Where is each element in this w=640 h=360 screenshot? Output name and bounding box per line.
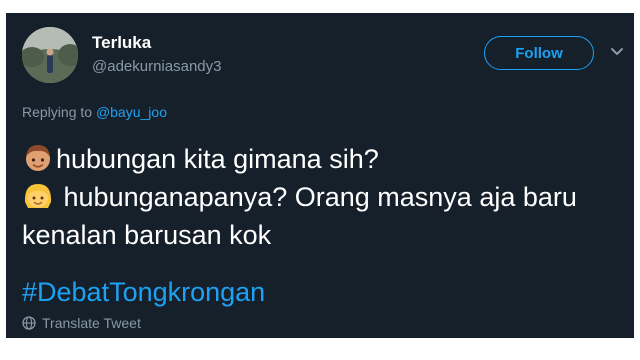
tweet-line-2-text: hubunganapanya? Orang masnya aja baru — [63, 182, 577, 212]
replying-to: Replying to @bayu_joo — [22, 104, 167, 120]
globe-icon — [22, 316, 36, 330]
tweet-text: hubungan kita gimana sih? hubunganapanya… — [22, 140, 622, 254]
tweet-line-1: hubungan kita gimana sih? — [22, 140, 622, 178]
reply-mention-link[interactable]: @bayu_joo — [96, 104, 167, 120]
tweet-card: Terluka @adekurniasandy3 Follow Replying… — [6, 13, 634, 338]
display-name[interactable]: Terluka — [92, 33, 151, 53]
avatar[interactable] — [22, 27, 78, 83]
tweet-line-1-text: hubungan kita gimana sih? — [56, 144, 379, 174]
follow-button[interactable]: Follow — [484, 36, 594, 70]
replying-to-label: Replying to — [22, 104, 93, 120]
user-handle[interactable]: @adekurniasandy3 — [92, 58, 221, 75]
hashtag-link[interactable]: #DebatTongkrongan — [22, 277, 265, 308]
boy-emoji-icon — [26, 145, 50, 171]
chevron-down-icon[interactable] — [608, 43, 626, 61]
tweet-line-2: hubunganapanya? Orang masnya aja baru — [22, 178, 622, 216]
girl-emoji-icon — [24, 184, 52, 208]
tweet-line-3: kenalan barusan kok — [22, 220, 272, 250]
translate-tweet-button[interactable]: Translate Tweet — [22, 315, 141, 331]
translate-tweet-label[interactable]: Translate Tweet — [42, 315, 141, 331]
